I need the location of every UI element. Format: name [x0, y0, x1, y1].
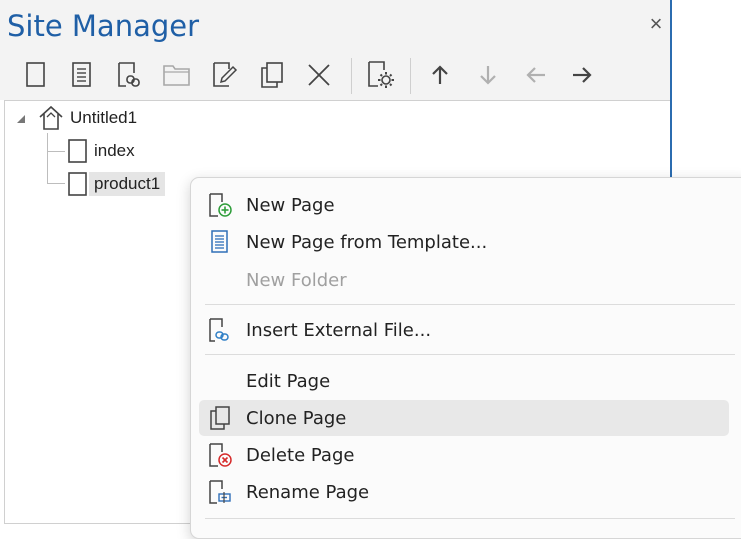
tree-item-label: product1 [89, 172, 166, 196]
new-page-plus-icon [209, 193, 232, 217]
arrow-down-icon [480, 66, 496, 85]
menu-separator [205, 354, 735, 355]
toolbar [0, 50, 670, 100]
tree-item-index[interactable]: index [67, 137, 140, 165]
page-properties-icon [368, 61, 394, 88]
template-icon [72, 62, 91, 87]
move-up-button[interactable] [424, 59, 456, 91]
menu-item-delete-page[interactable]: Delete Page [199, 437, 729, 473]
tree-item-label: index [94, 141, 135, 160]
new-folder-button[interactable] [161, 59, 193, 91]
tree-root[interactable]: Untitled1 [37, 104, 142, 132]
page-icon [68, 172, 87, 196]
context-menu: New Page New Page from Template... New F… [190, 177, 741, 539]
page-icon [68, 139, 87, 163]
delete-icon [308, 64, 330, 86]
menu-item-insert-external-file[interactable]: Insert External File... [199, 312, 729, 348]
menu-item-clone-page[interactable]: Clone Page [199, 400, 729, 436]
menu-item-new-page[interactable]: New Page [199, 187, 729, 223]
tree-connector [47, 183, 65, 184]
title-bar: Site Manager × [0, 0, 670, 50]
folder-icon [163, 65, 190, 86]
menu-item-label: New Page from Template... [246, 231, 488, 253]
external-file-icon [118, 62, 140, 87]
template-icon [211, 230, 228, 253]
menu-item-edit-page[interactable]: Edit Page [199, 363, 729, 399]
clone-page-button[interactable] [256, 59, 288, 91]
collapse-arrow-icon[interactable] [15, 113, 27, 125]
clone-icon [210, 406, 230, 430]
menu-separator [205, 304, 735, 305]
menu-item-label: New Folder [246, 269, 347, 291]
tree-connector [47, 151, 65, 152]
arrow-right-icon [573, 67, 592, 83]
menu-separator [205, 518, 735, 519]
delete-page-icon [209, 443, 232, 467]
clone-icon [261, 62, 283, 88]
move-right-button[interactable] [566, 59, 598, 91]
edit-page-button[interactable] [209, 59, 241, 91]
page-properties-button[interactable] [364, 59, 396, 91]
rename-page-icon [209, 480, 231, 504]
external-file-icon [209, 318, 229, 342]
delete-page-button[interactable] [303, 59, 335, 91]
arrow-left-icon [526, 67, 545, 83]
menu-item-rename-page[interactable]: Rename Page [199, 474, 729, 510]
insert-external-file-button[interactable] [114, 59, 146, 91]
arrow-up-icon [432, 65, 448, 84]
close-button[interactable]: × [644, 12, 668, 36]
edit-icon [213, 62, 238, 87]
tree-item-product1[interactable]: product1 [67, 170, 166, 198]
menu-item-label: Insert External File... [246, 319, 432, 341]
panel-title: Site Manager [7, 9, 200, 43]
move-left-button[interactable] [520, 59, 552, 91]
menu-item-new-folder[interactable]: New Folder [199, 262, 729, 298]
toolbar-separator [351, 58, 352, 94]
toolbar-separator [410, 58, 411, 94]
menu-item-label: Rename Page [246, 481, 370, 503]
new-page-button[interactable] [20, 59, 52, 91]
tree-connector [47, 133, 48, 183]
new-page-icon [26, 62, 45, 87]
menu-item-label: Delete Page [246, 444, 355, 466]
menu-item-label: Clone Page [246, 407, 347, 429]
new-from-template-button[interactable] [66, 59, 98, 91]
tree-root-label: Untitled1 [70, 108, 138, 127]
menu-item-label: Edit Page [246, 370, 331, 392]
menu-item-new-page-from-template[interactable]: New Page from Template... [199, 224, 729, 260]
home-icon [39, 105, 63, 130]
move-down-button[interactable] [472, 59, 504, 91]
menu-item-label: New Page [246, 194, 335, 216]
